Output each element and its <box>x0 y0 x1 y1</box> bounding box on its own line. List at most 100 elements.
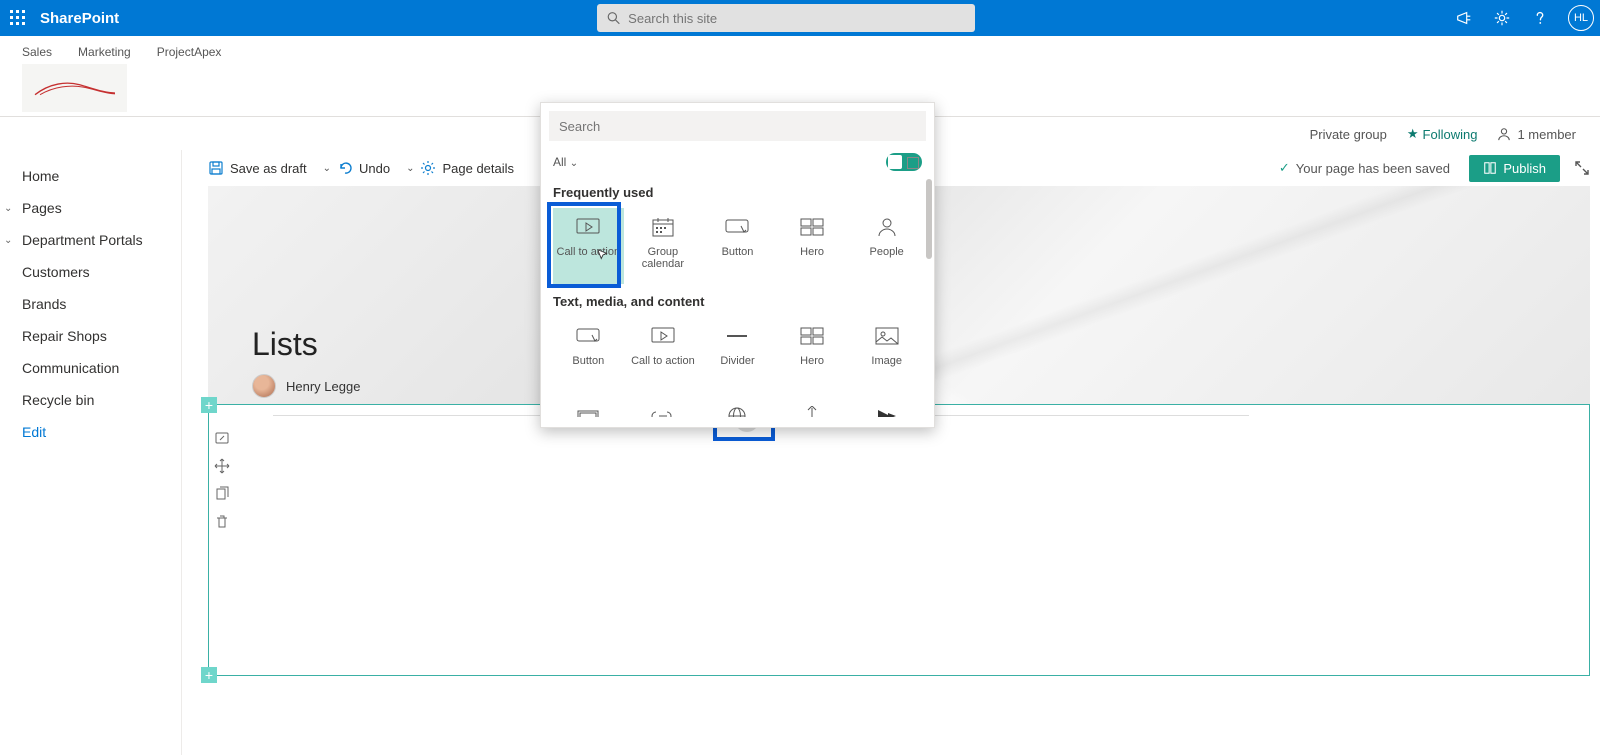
nav-communication[interactable]: Communication <box>0 352 181 384</box>
site-logo[interactable] <box>22 64 127 112</box>
wp-button-2[interactable]: Button <box>553 317 624 393</box>
call-to-action-icon <box>575 214 601 240</box>
nav-repair-shops[interactable]: Repair Shops <box>0 320 181 352</box>
save-draft-chevron[interactable]: ⌄ <box>317 163 337 174</box>
wp-image[interactable]: Image <box>851 317 922 393</box>
checkmark-icon: ✓ <box>1279 160 1290 176</box>
undo-chevron[interactable]: ⌄ <box>400 163 420 174</box>
wp-label: Hero <box>800 355 824 367</box>
wp-label: Button <box>572 355 604 367</box>
help-icon[interactable] <box>1530 8 1550 28</box>
nav-pages[interactable]: ⌄ Pages <box>0 192 181 224</box>
wp-divider[interactable]: Divider <box>702 317 773 393</box>
spacer-icon <box>799 403 825 417</box>
category-text-media: Text, media, and content <box>553 294 922 309</box>
hub-link-sales[interactable]: Sales <box>22 45 52 59</box>
save-icon <box>208 160 224 176</box>
scroll-down-icon[interactable]: ▾ <box>927 426 932 427</box>
button-icon <box>724 214 750 240</box>
wp-partial-3[interactable] <box>702 397 773 417</box>
members-link[interactable]: 1 member <box>1497 127 1576 142</box>
privacy-label: Private group <box>1310 127 1387 142</box>
calendar-icon <box>650 214 676 240</box>
delete-section-icon[interactable] <box>213 513 231 531</box>
wp-partial-4[interactable] <box>777 397 848 417</box>
nav-recycle-bin[interactable]: Recycle bin <box>0 384 181 416</box>
add-section-top[interactable]: + <box>201 397 217 413</box>
wp-partial-5[interactable] <box>851 397 922 417</box>
left-nav: Home ⌄ Pages ⌄ Department Portals Custom… <box>0 150 182 755</box>
search-input[interactable] <box>628 11 965 26</box>
nav-edit[interactable]: Edit <box>0 416 181 448</box>
expand-icon[interactable] <box>1574 160 1590 176</box>
wp-hero-2[interactable]: Hero <box>777 317 848 393</box>
app-launcher-icon[interactable] <box>0 0 36 36</box>
move-section-icon[interactable] <box>213 457 231 475</box>
page-details-label: Page details <box>442 161 514 176</box>
layout-icon <box>575 403 601 417</box>
wp-call-to-action-2[interactable]: Call to action <box>628 317 699 393</box>
star-icon: ★ <box>1407 126 1419 142</box>
undo-icon <box>337 160 353 176</box>
wp-button[interactable]: Button <box>702 208 773 284</box>
publish-icon <box>1483 161 1497 175</box>
wp-hero[interactable]: Hero <box>777 208 848 284</box>
picker-scrollbar[interactable]: ▾ <box>926 179 932 427</box>
nav-customers[interactable]: Customers <box>0 256 181 288</box>
author-name: Henry Legge <box>286 379 360 394</box>
wp-partial-1[interactable] <box>553 397 624 417</box>
publish-label: Publish <box>1503 161 1546 176</box>
page-author[interactable]: Henry Legge <box>252 374 360 398</box>
publish-button[interactable]: Publish <box>1469 155 1560 182</box>
hub-link-marketing[interactable]: Marketing <box>78 45 131 59</box>
author-avatar <box>252 374 276 398</box>
link-icon <box>650 403 676 417</box>
divider-icon <box>724 323 750 349</box>
user-avatar[interactable]: HL <box>1568 5 1594 31</box>
suite-bar: SharePoint HL <box>0 0 1600 36</box>
picker-search[interactable] <box>549 111 926 141</box>
chevron-down-icon: ⌄ <box>570 158 578 169</box>
duplicate-section-icon[interactable] <box>213 485 231 503</box>
wp-partial-2[interactable] <box>628 397 699 417</box>
search-icon <box>607 11 620 25</box>
hero-icon <box>799 323 825 349</box>
gear-icon <box>420 160 436 176</box>
saved-status-label: Your page has been saved <box>1296 161 1450 176</box>
picker-search-input[interactable] <box>559 119 916 134</box>
add-section-bottom[interactable]: + <box>201 667 217 683</box>
page-title[interactable]: Lists <box>252 326 318 363</box>
scrollbar-thumb[interactable] <box>926 179 932 259</box>
nav-department-portals[interactable]: ⌄ Department Portals <box>0 224 181 256</box>
edit-section-icon[interactable] <box>213 429 231 447</box>
picker-view-toggle[interactable] <box>886 153 922 171</box>
stream-icon <box>874 403 900 417</box>
people-icon <box>874 214 900 240</box>
picker-filter-all[interactable]: All ⌄ <box>553 155 578 169</box>
wp-people[interactable]: People <box>851 208 922 284</box>
save-draft-button[interactable]: Save as draft <box>208 160 307 176</box>
wp-label: People <box>870 246 904 258</box>
page-details-button[interactable]: Page details <box>420 160 514 176</box>
wp-label: Call to action <box>557 246 621 258</box>
wp-label: Image <box>871 355 902 367</box>
search-box[interactable] <box>597 4 975 32</box>
call-to-action-icon <box>650 323 676 349</box>
undo-label: Undo <box>359 161 390 176</box>
nav-brands[interactable]: Brands <box>0 288 181 320</box>
globe-icon <box>724 403 750 417</box>
megaphone-icon[interactable] <box>1454 8 1474 28</box>
section[interactable]: + + <box>208 404 1590 676</box>
undo-button[interactable]: Undo <box>337 160 390 176</box>
product-name: SharePoint <box>40 10 119 27</box>
button-icon <box>575 323 601 349</box>
category-frequently-used: Frequently used <box>553 185 922 200</box>
follow-toggle[interactable]: ★ Following <box>1407 126 1478 142</box>
hub-link-projectapex[interactable]: ProjectApex <box>157 45 222 59</box>
image-icon <box>874 323 900 349</box>
wp-group-calendar[interactable]: Group calendar <box>628 208 699 284</box>
nav-dept-label: Department Portals <box>22 232 143 248</box>
save-draft-label: Save as draft <box>230 161 307 176</box>
wp-call-to-action[interactable]: Call to action <box>553 208 624 284</box>
settings-gear-icon[interactable] <box>1492 8 1512 28</box>
